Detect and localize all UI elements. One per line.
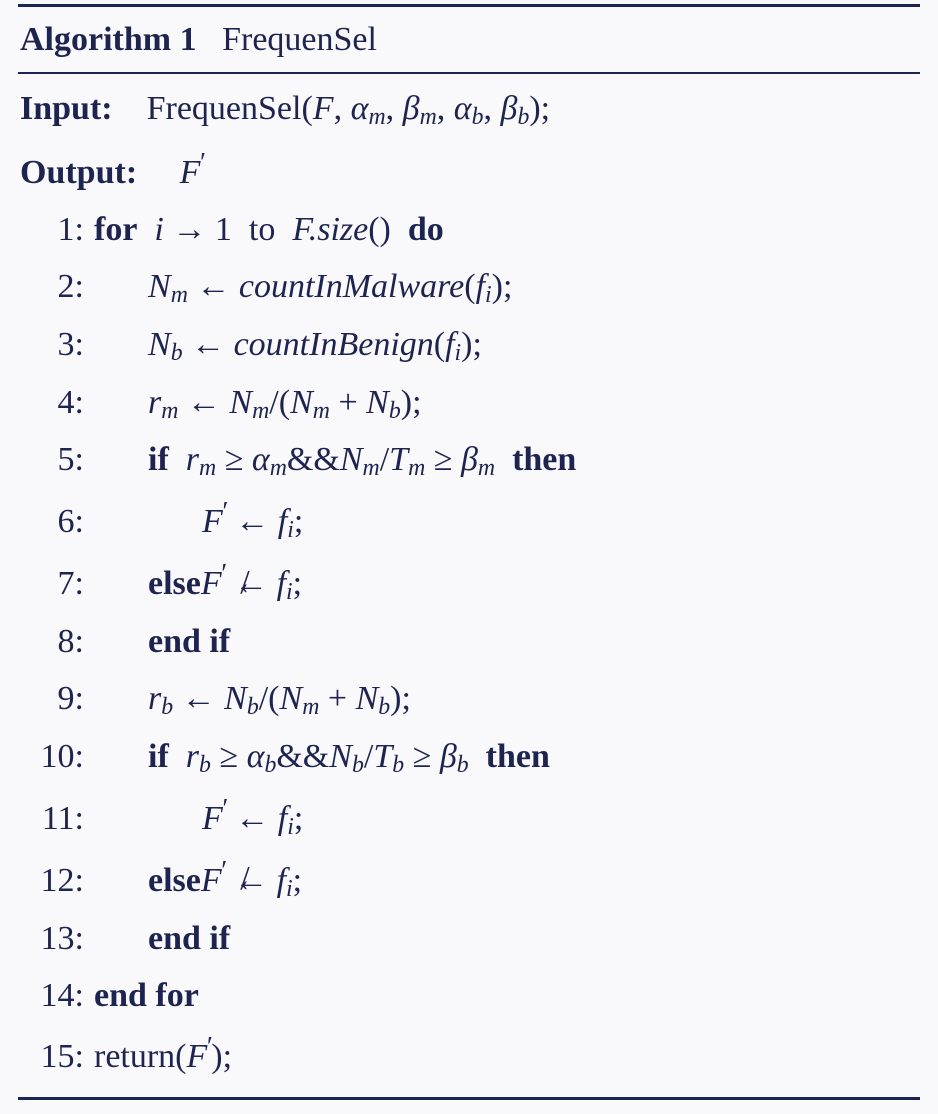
line-content: for i → 1 to F.size() do <box>94 201 918 258</box>
line-content: F′ ← fi; <box>94 786 918 848</box>
line-content: Nm ← countInMalware(fi); <box>94 258 918 316</box>
output-label: Output: <box>20 154 137 191</box>
line-number: 9: <box>20 670 94 727</box>
algo-line-13: 13: end if <box>18 910 920 967</box>
not-assign-icon: ←/ <box>234 555 268 612</box>
input-label: Input: <box>20 90 113 127</box>
mid-rule <box>18 72 920 74</box>
line-content: rb ← Nb/(Nm + Nb); <box>94 670 918 728</box>
algo-line-1: 1: for i → 1 to F.size() do <box>18 201 920 258</box>
line-number: 15: <box>20 1028 94 1085</box>
algo-line-6: 6: F′ ← fi; <box>18 489 920 551</box>
input-line: Input: FrequenSel(F, αm, βm, αb, βb); <box>18 78 920 138</box>
line-number: 8: <box>20 613 94 670</box>
line-number: 3: <box>20 316 94 373</box>
algorithm-block: Algorithm 1 FrequenSel Input: FrequenSel… <box>0 0 938 1114</box>
line-content: end for <box>94 967 918 1024</box>
algo-line-3: 3: Nb ← countInBenign(fi); <box>18 316 920 374</box>
line-content: end if <box>94 613 918 670</box>
line-content: elseF′ ←/ fi; <box>94 551 918 613</box>
algo-line-2: 2: Nm ← countInMalware(fi); <box>18 258 920 316</box>
algo-line-8: 8: end if <box>18 613 920 670</box>
line-number: 13: <box>20 910 94 967</box>
line-number: 10: <box>20 728 94 785</box>
algo-line-7: 7: elseF′ ←/ fi; <box>18 551 920 613</box>
line-content: F′ ← fi; <box>94 489 918 551</box>
algo-line-9: 9: rb ← Nb/(Nm + Nb); <box>18 670 920 728</box>
algo-line-14: 14: end for <box>18 967 920 1024</box>
algo-line-10: 10: if rb ≥ αb&&Nb/Tb ≥ βb then <box>18 728 920 786</box>
algorithm-name: FrequenSel <box>222 21 377 58</box>
line-number: 2: <box>20 258 94 315</box>
not-assign-icon: ←/ <box>234 852 268 909</box>
line-number: 7: <box>20 555 94 612</box>
algo-line-5: 5: if rm ≥ αm&&Nm/Tm ≥ βm then <box>18 431 920 489</box>
algo-line-11: 11: F′ ← fi; <box>18 786 920 848</box>
algorithm-title: Algorithm 1 FrequenSel <box>18 9 920 70</box>
algo-line-12: 12: elseF′ ←/ fi; <box>18 848 920 910</box>
line-number: 6: <box>20 493 94 550</box>
line-number: 14: <box>20 967 94 1024</box>
output-value: F′ <box>180 154 205 191</box>
line-number: 1: <box>20 201 94 258</box>
algo-line-4: 4: rm ← Nm/(Nm + Nb); <box>18 374 920 432</box>
line-content: elseF′ ←/ fi; <box>94 848 918 910</box>
line-content: end if <box>94 910 918 967</box>
line-number: 4: <box>20 374 94 431</box>
line-content: return(F′); <box>94 1024 918 1085</box>
algo-line-15: 15: return(F′); <box>18 1024 920 1085</box>
line-number: 12: <box>20 852 94 909</box>
line-number: 5: <box>20 431 94 488</box>
line-number: 11: <box>20 790 94 847</box>
line-content: if rm ≥ αm&&Nm/Tm ≥ βm then <box>94 431 918 489</box>
bottom-rule <box>18 1097 920 1100</box>
algorithm-label: Algorithm 1 <box>20 21 197 58</box>
top-rule <box>18 4 920 7</box>
line-content: if rb ≥ αb&&Nb/Tb ≥ βb then <box>94 728 918 786</box>
line-content: Nb ← countInBenign(fi); <box>94 316 918 374</box>
line-content: rm ← Nm/(Nm + Nb); <box>94 374 918 432</box>
input-value: FrequenSel(F, αm, βm, αb, βb); <box>147 90 551 127</box>
output-line: Output: F′ <box>18 138 920 201</box>
